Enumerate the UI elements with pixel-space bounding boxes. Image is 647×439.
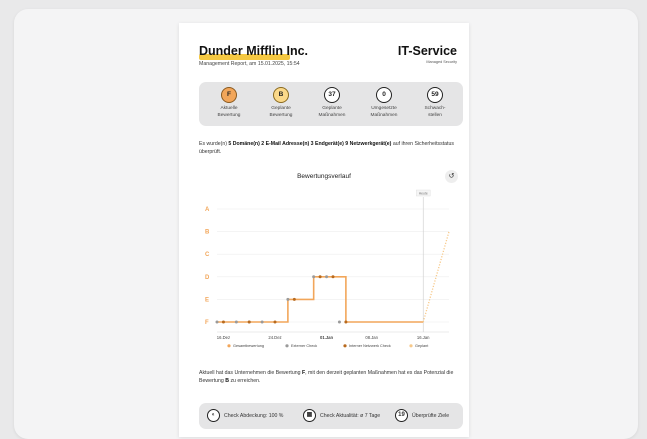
point-internal-check: [292, 297, 296, 301]
stat-label: Umgesetzte Maßnahmen: [370, 106, 398, 118]
x-tick-label: 24.Dez: [268, 335, 281, 340]
legend-label: Geplant: [415, 344, 429, 348]
footer-targets-text: Überprüfte Ziele: [412, 412, 450, 419]
y-tick-label: B: [205, 230, 210, 236]
point-internal-check: [273, 320, 277, 324]
brand-block: IT-Service Managed Security: [398, 44, 457, 64]
y-tick-label: D: [205, 275, 210, 281]
brand-name: IT-Service: [397, 44, 457, 58]
count-badge: 19: [395, 409, 408, 422]
stat-label: Schwach-stellen: [424, 106, 446, 118]
stat-label: Aktuelle Bewertung: [217, 106, 241, 118]
legend-marker: [343, 344, 347, 348]
footer-targets: 19 Überprüfte Ziele: [395, 409, 449, 422]
legend-marker: [227, 344, 231, 348]
legend-marker: [285, 344, 289, 348]
x-tick-label: 08.Jan: [365, 335, 378, 340]
point-internal-check: [331, 275, 335, 279]
point-external-check: [234, 320, 238, 324]
y-tick-label: E: [205, 297, 209, 303]
footer-bar: ◐ Check Abdeckung: 100 % ▦ Check Aktuali…: [199, 403, 463, 429]
point-external-check: [260, 320, 264, 324]
y-tick-label: A: [205, 207, 210, 213]
report-subtitle: Management Report, am 15.01.2025, 15:54: [199, 61, 300, 67]
point-external-check: [286, 297, 290, 301]
point-external-check: [325, 275, 329, 279]
stat-value: 0: [376, 87, 392, 103]
legend-label: Externer Check: [291, 344, 317, 348]
stat-value: F: [221, 87, 237, 103]
summary-text: Aktuell hat das Unternehmen die Bewertun…: [199, 370, 454, 384]
y-tick-label: F: [205, 320, 209, 326]
point-external-check: [337, 320, 341, 324]
stat-value: 37: [324, 87, 340, 103]
stat-implemented-measures: 0 Umgesetzte Maßnahmen: [362, 87, 406, 119]
report-page: Dunder Mifflin Inc. Management Report, a…: [179, 23, 469, 437]
calendar-icon: ▦: [303, 409, 316, 422]
intro-text: Es wurde(n) 5 Domäne(n) 2 E-Mail Adresse…: [199, 141, 454, 155]
company-name: Dunder Mifflin Inc.: [199, 44, 309, 58]
legend-label: Interner Netzwerk Check: [349, 344, 391, 348]
stat-planned-rating: B Geplante Bewertung: [259, 87, 303, 119]
footer-freshness-text: Check Aktualität: ø 7 Tage: [320, 412, 381, 419]
x-tick-label: 16.Jan: [417, 335, 430, 340]
point-internal-check: [318, 275, 322, 279]
legend-label: Gesamtbewertung: [233, 344, 264, 348]
stat-planned-measures: 37 Geplante Maßnahmen: [310, 87, 354, 119]
point-external-check: [312, 275, 316, 279]
stat-value: B: [273, 87, 289, 103]
reset-zoom-icon[interactable]: ↺: [445, 170, 458, 183]
stat-current-rating: F Aktuelle Bewertung: [207, 87, 251, 119]
rating-history-chart: A B C D E F Heute 16.Dez 24.Dez 01.Jan 08.Jan 16.Ja…: [205, 189, 450, 348]
legend-marker: [409, 344, 413, 348]
point-internal-check: [247, 320, 251, 324]
footer-coverage: ◐ Check Abdeckung: 100 %: [207, 409, 283, 422]
point-external-check: [215, 320, 219, 324]
stat-label: Geplante Bewertung: [269, 106, 293, 118]
stat-value: 59: [427, 87, 443, 103]
x-tick-label: 01.Jan: [320, 335, 333, 340]
chart-title: Bewertungsverlauf: [297, 173, 351, 180]
heute-label: Heute: [419, 192, 428, 196]
stat-label: Geplante Maßnahmen: [318, 106, 346, 118]
stats-bar: F Aktuelle Bewertung B Geplante Bewertung …: [199, 82, 463, 126]
footer-coverage-text: Check Abdeckung: 100 %: [224, 412, 284, 419]
y-tick-label: C: [205, 252, 210, 258]
x-tick-label: 16.Dez: [217, 335, 230, 340]
footer-freshness: ▦ Check Aktualität: ø 7 Tage: [303, 409, 380, 422]
stat-vulnerabilities: 59 Schwach-stellen: [413, 87, 457, 119]
point-internal-check: [221, 320, 225, 324]
gauge-icon: ◐: [207, 409, 220, 422]
point-internal-check: [344, 320, 348, 324]
brand-subtitle: Managed Security: [426, 60, 457, 64]
